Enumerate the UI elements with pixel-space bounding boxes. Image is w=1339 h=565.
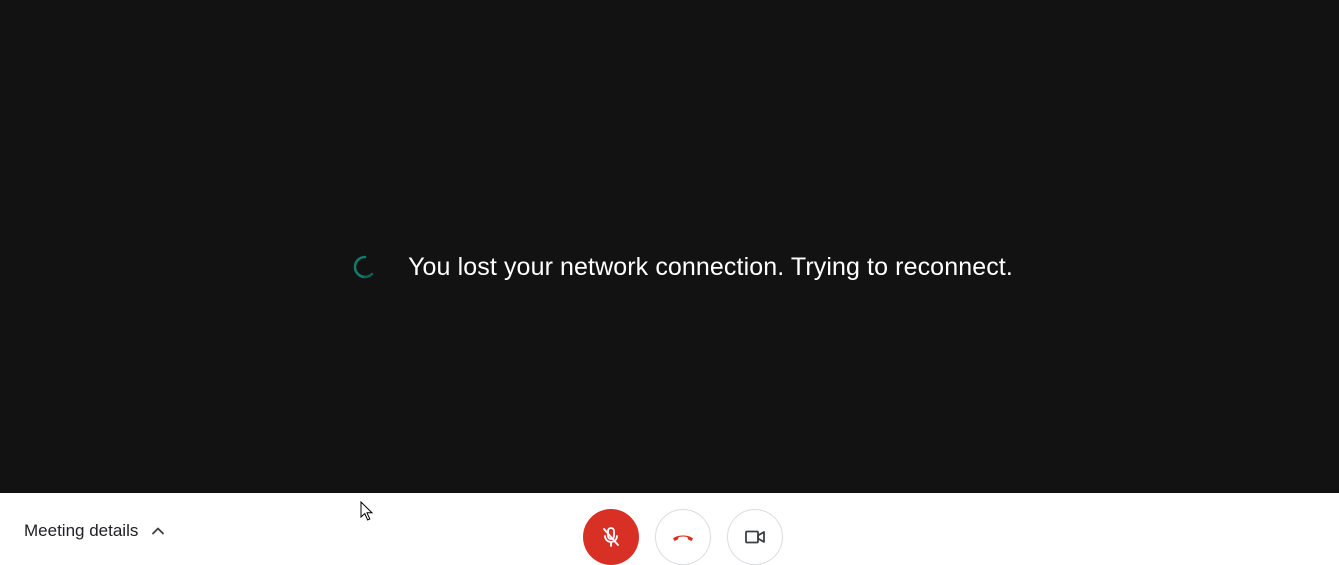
reconnect-status: You lost your network connection. Trying…: [0, 252, 1339, 282]
meeting-details-label: Meeting details: [24, 521, 139, 540]
camera-button[interactable]: [727, 509, 783, 565]
video-stage: You lost your network connection. Trying…: [0, 0, 1339, 493]
mic-off-icon: [603, 527, 619, 547]
videocam-icon: [745, 530, 765, 544]
mouse-pointer-icon: [360, 501, 374, 521]
status-message: You lost your network connection. Trying…: [408, 252, 1013, 281]
call-controls: [583, 509, 783, 565]
meeting-details-button[interactable]: Meeting details: [24, 521, 166, 541]
phone-hangup-icon: [673, 535, 693, 541]
hangup-button[interactable]: [655, 509, 711, 565]
bottom-toolbar: Meeting details: [0, 493, 1339, 565]
loading-spinner-icon: [353, 255, 374, 279]
chevron-up-icon: [152, 527, 165, 535]
mic-button[interactable]: [583, 509, 639, 565]
